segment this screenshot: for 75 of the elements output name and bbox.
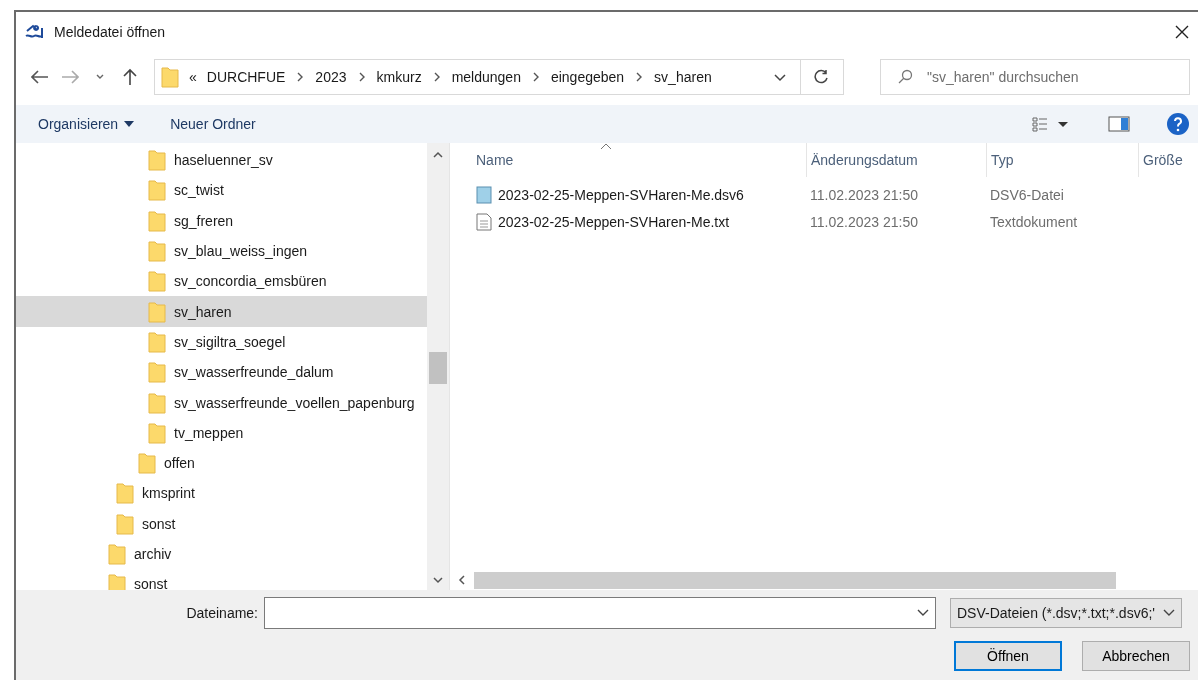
folder-tree-item[interactable]: sc_twist <box>16 175 427 206</box>
file-name: 2023-02-25-Meppen-SVHaren-Me.txt <box>498 213 730 230</box>
folder-icon <box>148 149 166 172</box>
folder-tree-item[interactable]: archiv <box>16 538 427 570</box>
preview-pane-icon[interactable] <box>1108 116 1130 132</box>
modified-date: 11.02.2023 21:50 <box>809 213 919 230</box>
folder-icon <box>108 543 126 565</box>
scroll-left-icon[interactable] <box>458 575 466 585</box>
help-icon[interactable] <box>1166 112 1190 136</box>
filename-label: Dateiname: <box>186 605 259 621</box>
folder-icon <box>148 421 166 444</box>
folder-tree-item[interactable]: sonst <box>16 508 427 539</box>
file-type-dropdown[interactable]: DSV-Dateien (*.dsv;*.txt;*.dsv6;' <box>950 598 1182 628</box>
modified-date: 11.02.2023 21:50 <box>809 186 919 203</box>
folder-icon <box>148 270 166 293</box>
folder-tree-item[interactable]: sv_haren <box>16 296 427 327</box>
scroll-down-icon[interactable] <box>433 576 443 584</box>
breadcrumb[interactable]: DURCHFUE <box>206 69 286 85</box>
folder-tree-item[interactable]: offen <box>16 447 427 479</box>
caret-icon <box>124 121 135 127</box>
folder-icon <box>148 209 166 232</box>
chevron-down-icon[interactable] <box>917 609 929 617</box>
column-header[interactable]: Name <box>476 143 806 177</box>
chevron-down-icon[interactable] <box>774 74 786 82</box>
folder-icon <box>138 452 156 475</box>
overflow-chevrons[interactable]: « <box>189 69 197 85</box>
chevron-down-icon <box>1163 609 1175 617</box>
file-type: Textdokument <box>989 213 1079 230</box>
folder-icon <box>148 391 166 414</box>
search-field[interactable]: "sv_haren" durchsuchen <box>880 59 1190 95</box>
cancel-button[interactable]: Abbrechen <box>1082 641 1190 671</box>
folder-icon <box>116 512 134 535</box>
open-button[interactable]: Öffnen <box>954 641 1062 671</box>
file-name: 2023-02-25-Meppen-SVHaren-Me.dsv6 <box>498 186 744 203</box>
folder-tree-item[interactable]: tv_meppen <box>16 417 427 448</box>
file-row[interactable]: 2023-02-25-Meppen-SVHaren-Me.txt 11.02.2023 21:50 Textdokument <box>450 208 1198 235</box>
folder-tree-item[interactable]: sv_wasserfreunde_dalum <box>16 357 427 388</box>
folder-tree-item[interactable]: sonst <box>16 569 427 590</box>
file-row[interactable]: 2023-02-25-Meppen-SVHaren-Me.dsv6 11.02.2023 21:50 DSV6-Datei <box>450 181 1198 208</box>
folder-icon <box>148 179 166 202</box>
folder-icon <box>148 240 166 263</box>
breadcrumb[interactable]: sv_haren <box>654 69 712 85</box>
breadcrumb[interactable]: meldungen <box>451 69 521 85</box>
file-icon <box>476 185 492 204</box>
folder-tree-item[interactable]: sv_sigiltra_soegel <box>16 326 427 358</box>
column-header[interactable]: Typ <box>986 143 1138 177</box>
folder-tree-item[interactable]: haseluenner_sv <box>16 145 427 176</box>
scroll-up-icon[interactable] <box>433 151 443 159</box>
breadcrumb[interactable]: eingegeben <box>550 69 625 85</box>
breadcrumb[interactable]: kmkurz <box>376 69 422 85</box>
vertical-scrollbar[interactable] <box>427 143 449 590</box>
folder-icon <box>148 330 166 353</box>
folder-tree-item[interactable]: sv_concordia_emsbüren <box>16 266 427 297</box>
folder-tree-item[interactable]: kmsprint <box>16 478 427 509</box>
column-header[interactable]: Änderungsdatum <box>806 143 986 177</box>
folder-tree-item[interactable]: sv_blau_weiss_ingen <box>16 235 427 267</box>
organize-button[interactable]: Organisieren <box>38 116 135 132</box>
folder-icon <box>116 482 134 505</box>
folder-tree-item[interactable]: sg_freren <box>16 205 427 236</box>
breadcrumb[interactable]: 2023 <box>315 69 347 85</box>
folder-icon <box>148 361 166 384</box>
window-title: Meldedatei öffnen <box>54 24 167 40</box>
scroll-thumb[interactable] <box>429 351 447 384</box>
refresh-icon[interactable] <box>814 69 830 85</box>
close-icon[interactable] <box>1174 24 1190 40</box>
folder-icon <box>148 300 166 323</box>
search-icon <box>897 69 913 85</box>
text-file-icon <box>476 212 492 231</box>
column-header[interactable]: Größe <box>1138 143 1198 177</box>
address-bar[interactable]: « DURCHFUE 2023 kmkurz meldungen eingegeben sv_haren <box>154 59 844 95</box>
new-folder-button[interactable]: Neuer Ordner <box>170 116 256 132</box>
scroll-thumb[interactable] <box>474 571 1116 589</box>
file-type: DSV6-Datei <box>989 186 1065 203</box>
folder-icon <box>161 66 179 88</box>
folder-tree-item[interactable]: sv_wasserfreunde_voellen_papenburg <box>16 387 427 418</box>
